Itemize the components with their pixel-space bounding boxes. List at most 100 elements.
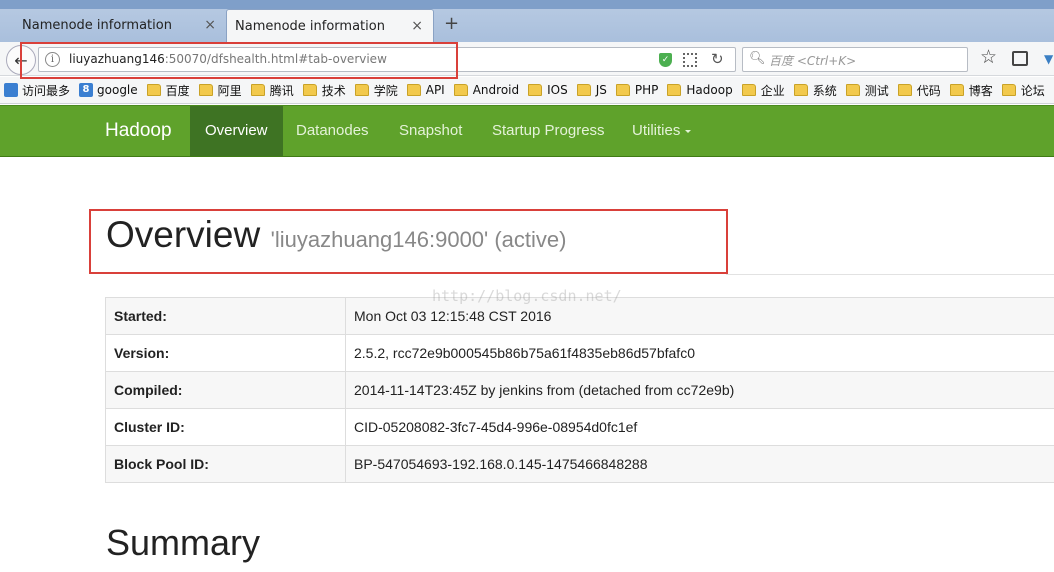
bookmark-item[interactable]: Hadoop (667, 83, 733, 97)
qr-code-icon[interactable] (683, 53, 697, 67)
window-titlebar (0, 0, 1054, 9)
folder-icon (302, 84, 317, 96)
divider (726, 274, 1054, 275)
bookmark-item[interactable]: Android (453, 83, 520, 97)
bookmark-item[interactable]: 测试 (845, 82, 889, 99)
search-icon[interactable]: 🔍︎ (749, 51, 766, 66)
new-tab-button[interactable]: + (444, 13, 459, 34)
table-row: Block Pool ID: BP-547054693-192.168.0.14… (105, 445, 1054, 483)
bookmark-item[interactable]: IOS (528, 83, 568, 97)
row-key: Block Pool ID: (105, 445, 346, 483)
folder-icon (354, 84, 369, 96)
bookmark-item[interactable]: 系统 (793, 82, 837, 99)
search-placeholder: 百度 <Ctrl+K> (769, 54, 857, 68)
folder-icon (615, 84, 630, 96)
bookmark-label: API (425, 83, 445, 97)
table-row: Version: 2.5.2, rcc72e9b000545b86b75a61f… (105, 334, 1054, 372)
table-row: Compiled: 2014-11-14T23:45Z by jenkins f… (105, 371, 1054, 409)
tab-title: Namenode information (235, 18, 385, 34)
folder-icon (667, 84, 682, 96)
bookmark-item[interactable]: JS (576, 83, 607, 97)
bookmark-item[interactable]: API (406, 83, 445, 97)
table-row: Cluster ID: CID-05208082-3fc7-45d4-996e-… (105, 408, 1054, 446)
reload-icon[interactable]: ↻ (711, 50, 724, 68)
bookmark-item[interactable]: 访问最多 (4, 82, 70, 99)
bookmark-label: 腾讯 (269, 83, 294, 98)
watermark: http://blog.csdn.net/ (432, 287, 622, 305)
row-value: BP-547054693-192.168.0.145-1475466848288 (345, 445, 1054, 483)
bookmark-label: 访问最多 (22, 83, 71, 98)
more-icon[interactable]: ▼ (1044, 52, 1053, 66)
row-key: Cluster ID: (105, 408, 346, 446)
folder-icon (250, 84, 265, 96)
nav-datanodes[interactable]: Datanodes (281, 106, 384, 156)
tab-title: Namenode information (22, 18, 172, 33)
bookmark-item[interactable]: 代码 (897, 82, 941, 99)
hadoop-navbar: Hadoop Overview Datanodes Snapshot Start… (0, 105, 1054, 157)
bookmark-item[interactable]: PHP (615, 83, 659, 97)
folder-icon (741, 84, 756, 96)
bookmark-label: google (97, 83, 138, 97)
bookmark-label: 阿里 (217, 83, 242, 98)
browser-tab-active[interactable]: Namenode information × (226, 9, 434, 42)
row-key: Started: (105, 297, 346, 335)
bookmark-item[interactable]: 论坛 (1001, 82, 1045, 99)
bookmark-item[interactable]: 阿里 (198, 82, 242, 99)
search-box[interactable]: 🔍︎ 百度 <Ctrl+K> (742, 47, 968, 72)
row-key: Version: (105, 334, 346, 372)
bookmark-label: 论坛 (1020, 83, 1045, 98)
nav-snapshot[interactable]: Snapshot (384, 106, 477, 156)
bookmark-item[interactable]: 百度 (146, 82, 190, 99)
row-value: CID-05208082-3fc7-45d4-996e-08954d0fc1ef (345, 408, 1054, 446)
bookmark-item[interactable]: 博客 (949, 82, 993, 99)
folder-icon (949, 84, 964, 96)
row-value: 2014-11-14T23:45Z by jenkins from (detac… (345, 371, 1054, 409)
chevron-down-icon (685, 129, 692, 133)
bookmark-label: 博客 (968, 83, 993, 98)
bookmark-label: IOS (547, 83, 568, 97)
bookmark-label: Hadoop (686, 83, 733, 97)
shield-icon[interactable]: ✓ (659, 53, 672, 67)
bookmark-label: 百度 (165, 83, 190, 98)
bookmark-label: 测试 (864, 83, 889, 98)
google-icon: 8 (79, 83, 94, 97)
bookmark-item[interactable]: 技术 (302, 82, 346, 99)
folder-icon (845, 84, 860, 96)
tab-close-icon[interactable]: × (204, 17, 216, 33)
folder-icon (576, 84, 591, 96)
bookmark-label: 企业 (760, 83, 785, 98)
bookmark-item[interactable]: 企业 (741, 82, 785, 99)
bookmarks-bar: 访问最多 8 google 百度 阿里 腾讯 技术 学院 API Android IOS JS PHP H… (0, 77, 1054, 104)
overview-table: Started: Mon Oct 03 12:15:48 CST 2016 Ve… (105, 297, 1054, 483)
folder-icon (198, 84, 213, 96)
bookmark-item[interactable]: 学院 (354, 82, 398, 99)
bookmark-item[interactable]: 腾讯 (250, 82, 294, 99)
browser-tab-inactive[interactable]: Namenode information × (0, 9, 226, 42)
bookmark-label: Android (472, 83, 520, 97)
nav-startup-progress[interactable]: Startup Progress (477, 106, 620, 156)
folder-icon (406, 84, 421, 96)
summary-heading: Summary (106, 522, 261, 563)
row-value: 2.5.2, rcc72e9b000545b86b75a61f4835eb86d… (345, 334, 1054, 372)
bookmark-label: 技术 (321, 83, 346, 98)
folder-icon (793, 84, 808, 96)
star-icon[interactable]: ☆ (980, 46, 997, 68)
browser-tab-strip: Namenode information × Namenode informat… (0, 0, 1054, 42)
bookmark-label: 学院 (373, 83, 398, 98)
annotation-box-url (20, 42, 458, 79)
bookmark-item[interactable]: 8 google (79, 83, 138, 97)
tab-close-icon[interactable]: × (411, 18, 423, 34)
reader-icon[interactable] (1012, 51, 1028, 66)
annotation-box-overview (89, 209, 728, 274)
row-key: Compiled: (105, 371, 346, 409)
folder-icon (897, 84, 912, 96)
hadoop-brand[interactable]: Hadoop (105, 120, 172, 142)
bookmark-label: 代码 (916, 83, 941, 98)
folder-icon (453, 84, 468, 96)
nav-overview[interactable]: Overview (190, 106, 283, 156)
bookmark-label: 系统 (812, 83, 837, 98)
folder-icon (528, 84, 543, 96)
bookmark-label: PHP (634, 83, 659, 97)
folder-icon (146, 84, 161, 96)
nav-utilities[interactable]: Utilities (617, 106, 706, 156)
